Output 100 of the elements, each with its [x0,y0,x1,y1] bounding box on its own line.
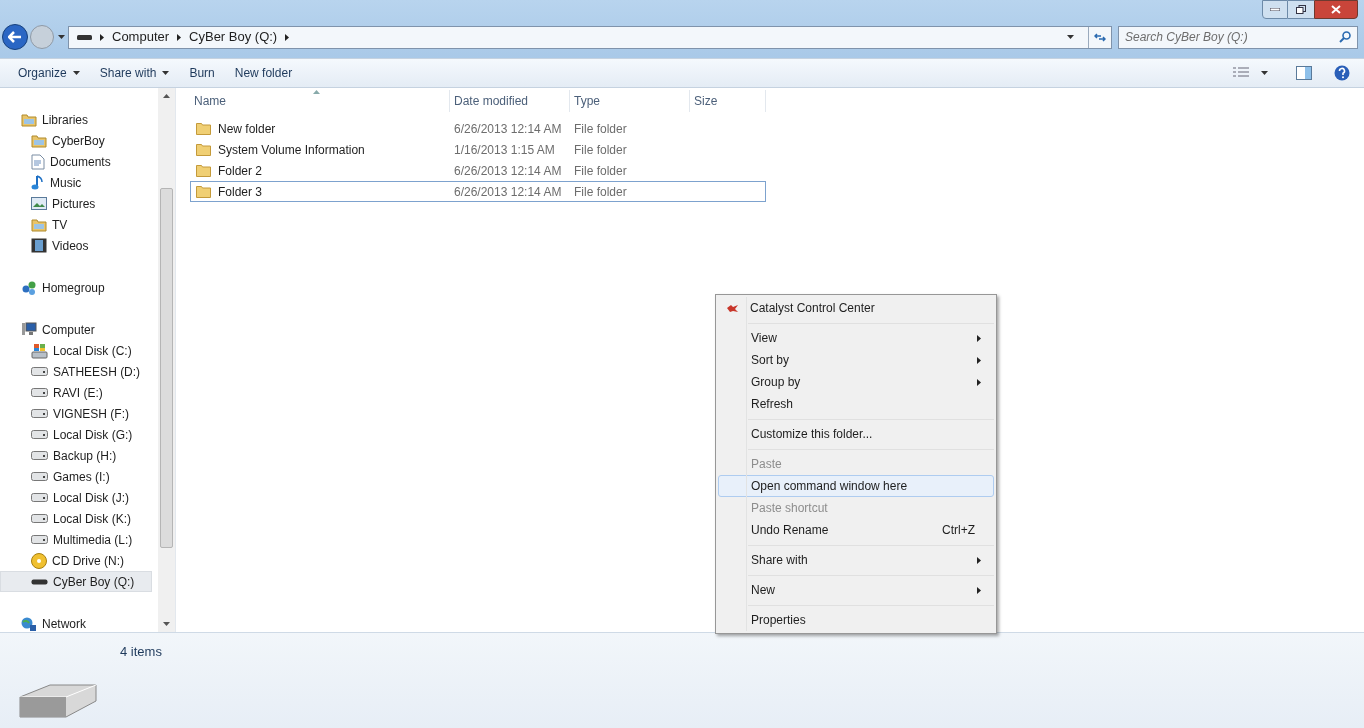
scroll-up-icon[interactable] [163,94,170,98]
nav-item[interactable]: CD Drive (N:) [0,550,152,571]
chevron-right-icon [285,33,290,41]
scroll-down-icon[interactable] [163,622,170,626]
caret-icon [162,71,170,75]
column-header[interactable]: Size [690,90,766,112]
caret-icon [1261,71,1268,75]
document-icon [31,153,45,170]
scroll-thumb[interactable] [160,188,173,548]
search-input[interactable]: Search CyBer Boy (Q:) [1125,28,1339,46]
menu-item[interactable]: Properties [718,609,994,631]
folder-icon [196,185,212,198]
nav-item[interactable]: Homegroup [0,277,152,298]
shortcut-text: Ctrl+Z [942,522,975,539]
chevron-right-icon [977,356,981,364]
chevron-right-icon [100,33,104,41]
chevron-right-icon [977,586,981,594]
column-header[interactable]: Name [190,90,450,112]
column-header[interactable]: Date modified [450,90,570,112]
folder-icon [21,112,37,127]
chevron-right-icon [977,334,981,342]
menu-item[interactable]: New [718,579,994,601]
file-row[interactable]: New folder 6/26/2013 12:14 AM File folder [190,118,766,139]
sort-arrow-icon [313,90,320,94]
system-drive-icon [31,342,48,359]
breadcrumb-item[interactable]: Computer [112,27,170,47]
chevron-right-icon [977,378,981,386]
nav-item[interactable]: Videos [0,235,152,256]
file-row[interactable]: System Volume Information 1/16/2013 1:15 AM File folder [190,139,766,160]
close-icon [1331,5,1341,14]
nav-item[interactable]: VIGNESH (F:) [0,403,152,424]
menu-item[interactable]: Refresh [718,393,994,415]
nav-item[interactable]: Documents [0,151,152,172]
minimize-icon [1270,8,1280,11]
folder-icon [196,143,212,156]
back-button[interactable] [2,24,28,50]
nav-item[interactable]: Computer [0,319,152,340]
date-modified: 6/26/2013 12:14 AM [453,162,563,180]
drive-icon [77,34,92,40]
picture-icon [31,197,47,210]
nav-item[interactable]: Local Disk (K:) [0,508,152,529]
file-name: Folder 3 [218,183,263,201]
drive-icon [31,578,48,585]
drive-icon [31,409,48,418]
arrow-left-icon [8,31,22,43]
nav-item[interactable]: CyberBoy [0,130,152,151]
menu-item[interactable]: View [718,327,994,349]
file-type: File folder [573,141,628,159]
nav-item[interactable]: TV [0,214,152,235]
date-modified: 6/26/2013 12:14 AM [453,120,563,138]
folder-icon [196,122,212,135]
caret-icon [1067,35,1074,39]
breadcrumb-item[interactable]: CyBer Boy (Q:) [189,27,278,47]
details-view-icon [1233,67,1249,79]
folder-icon [196,164,212,177]
history-dropdown[interactable] [56,35,66,39]
toolbar-button[interactable]: Burn [179,61,225,85]
nav-item[interactable]: Pictures [0,193,152,214]
menu-item[interactable]: Share with [718,549,994,571]
nav-item[interactable]: Music [0,172,152,193]
chevron-right-icon [977,556,981,564]
nav-item[interactable]: Network [0,613,152,634]
file-name: System Volume Information [218,141,365,159]
chevron-right-icon [177,33,182,41]
nav-item[interactable]: Local Disk (J:) [0,487,152,508]
column-header[interactable]: Type [570,90,690,112]
toolbar-button[interactable]: Organize [8,61,90,85]
drive-icon [31,535,48,544]
file-row[interactable]: Folder 3 6/26/2013 12:14 AM File folder [190,181,766,202]
item-count: 4 items [120,643,162,661]
nav-item[interactable]: Local Disk (G:) [0,424,152,445]
app-icon [727,304,738,312]
caret-icon [72,71,80,75]
menu-item[interactable]: Customize this folder... [718,423,994,445]
nav-item[interactable]: SATHEESH (D:) [0,361,152,382]
file-row[interactable]: Folder 2 6/26/2013 12:14 AM File folder [190,160,766,181]
menu-item[interactable]: Open command window here [718,475,994,497]
menu-item[interactable]: Group by [718,371,994,393]
restore-button[interactable] [1288,0,1314,19]
nav-item[interactable]: CyBer Boy (Q:) [0,571,152,592]
file-type: File folder [573,120,628,138]
toolbar-button[interactable]: Share with [89,61,180,85]
nav-item[interactable]: RAVI (E:) [0,382,152,403]
close-button[interactable] [1314,0,1358,19]
menu-item[interactable]: Catalyst Control Center [718,297,994,319]
nav-item[interactable]: Multimedia (L:) [0,529,152,550]
address-bar[interactable]: Computer CyBer Boy (Q:) [68,25,1112,49]
menu-item[interactable]: Sort by [718,349,994,371]
drive-icon [31,430,48,439]
drive-icon [31,388,48,397]
nav-item[interactable]: Games (I:) [0,466,152,487]
search-box[interactable]: Search CyBer Boy (Q:) [1118,25,1358,49]
drive-icon [31,493,48,502]
nav-item[interactable]: Libraries [0,109,152,130]
toolbar-button[interactable]: New folder [224,61,303,85]
caret-icon [57,35,65,39]
disc-icon [31,552,47,569]
menu-item[interactable]: Undo Rename Ctrl+Z [718,519,994,541]
nav-item[interactable]: Backup (H:) [0,445,152,466]
nav-item[interactable]: Local Disk (C:) [0,340,152,361]
